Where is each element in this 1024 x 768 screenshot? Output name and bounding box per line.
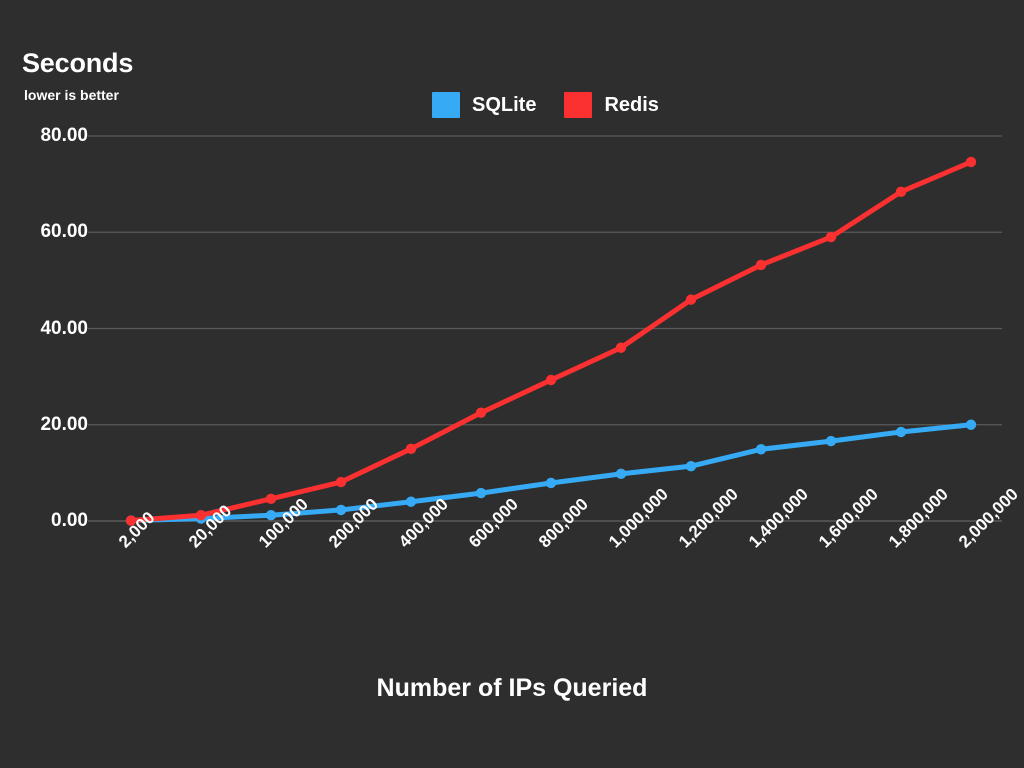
x-tick-label: 1,600,000 — [815, 484, 882, 552]
x-tick-label: 2,000,000 — [955, 484, 1022, 552]
x-tick-label: 2,000 — [115, 507, 159, 552]
x-tick-label: 100,000 — [255, 494, 312, 552]
x-tick-label: 20,000 — [185, 501, 236, 552]
x-tick-label: 200,000 — [325, 494, 382, 552]
x-tick-label: 600,000 — [465, 494, 522, 552]
x-tick-label: 400,000 — [395, 494, 452, 552]
x-tick-label: 800,000 — [535, 494, 592, 552]
x-tick-label: 1,200,000 — [675, 484, 742, 552]
x-tick-label: 1,800,000 — [885, 484, 952, 552]
chart-container: Seconds lower is better SQLite Redis 0.0… — [0, 0, 1024, 768]
x-axis: 2,000 20,000 100,000 200,000 400,000 600,000 8… — [0, 0, 1024, 768]
x-axis-title: Number of IPs Queried — [376, 674, 648, 702]
x-tick-label: 1,000,000 — [605, 484, 672, 552]
x-tick-label: 1,400,000 — [745, 484, 812, 552]
